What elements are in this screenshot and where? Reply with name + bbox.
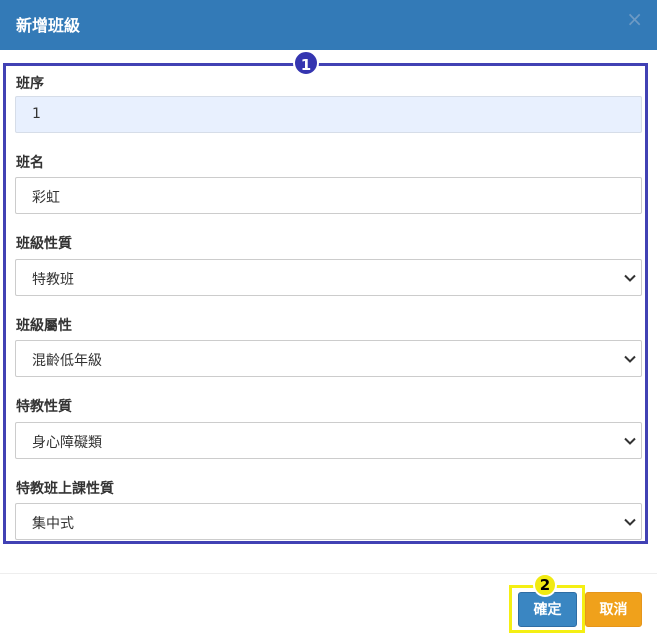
confirm-button[interactable]: 確定	[518, 592, 577, 627]
chevron-down-icon	[624, 274, 636, 282]
close-icon[interactable]: ×	[626, 9, 643, 29]
special-ed-nature-select[interactable]: 身心障礙類	[15, 422, 642, 459]
chevron-down-icon	[624, 518, 636, 526]
dialog-header: 新增班級 ×	[0, 0, 657, 50]
field-label-class-order: 班序	[16, 76, 44, 92]
class-name-input[interactable]: 彩虹	[15, 177, 642, 214]
field-label-special-ed-nature: 特教性質	[16, 399, 72, 415]
annotation-badge-2: 2	[533, 573, 557, 597]
class-nature-value: 特教班	[32, 272, 74, 288]
footer-divider	[0, 573, 657, 574]
field-label-class-mode: 特教班上課性質	[16, 481, 114, 497]
annotation-badge-1: 1	[293, 50, 319, 76]
special-ed-nature-value: 身心障礙類	[32, 435, 102, 451]
class-nature-select[interactable]: 特教班	[15, 259, 642, 296]
class-name-value: 彩虹	[32, 190, 60, 206]
form-annotation-frame	[3, 63, 648, 544]
class-attribute-value: 混齡低年級	[32, 353, 102, 369]
cancel-button[interactable]: 取消	[585, 592, 642, 627]
class-order-input: 1	[15, 96, 642, 133]
chevron-down-icon	[624, 437, 636, 445]
chevron-down-icon	[624, 355, 636, 363]
dialog-title: 新增班級	[16, 16, 81, 35]
class-order-value: 1	[32, 106, 41, 122]
class-attribute-select[interactable]: 混齡低年級	[15, 340, 642, 377]
field-label-class-attribute: 班級屬性	[16, 318, 72, 334]
class-mode-select[interactable]: 集中式	[15, 503, 642, 540]
field-label-class-nature: 班級性質	[16, 236, 72, 252]
class-mode-value: 集中式	[32, 516, 74, 532]
field-label-class-name: 班名	[16, 155, 44, 171]
